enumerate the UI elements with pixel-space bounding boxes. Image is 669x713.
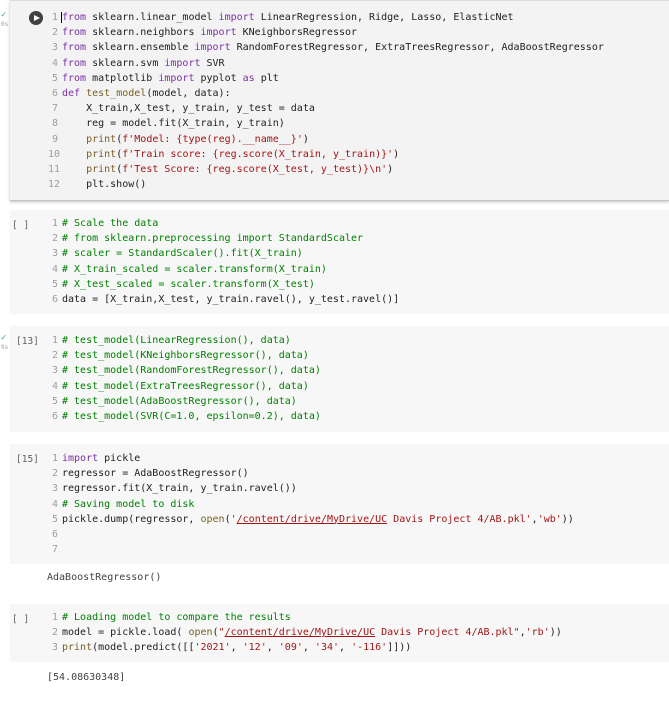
code-line: 7 (51, 544, 58, 556)
code-line: 5 from matplotlib import pyplot as plt (51, 72, 279, 84)
code-line: 3 print(model.predict([['2021', '12', '09… (51, 642, 412, 654)
code-line: 10 print(f'Train score: {reg.score(X_tra… (48, 148, 400, 160)
code-editor[interactable]: 1 from sklearn.linear_model import Linear… (48, 10, 604, 192)
code-line: 5 # X_test_scaled = scaler.transform(X_te… (51, 278, 315, 290)
code-line: 1 import pickle (51, 453, 141, 464)
code-line: 3 # scaler = StandardScaler().fit(X_train… (51, 248, 303, 260)
code-cell-imports[interactable]: ✓ 0s 1 from sklearn.linear_model import L… (1, 0, 669, 201)
cell-output: [54.08630348] (47, 672, 126, 683)
code-line: 2 regressor = AdaBoostRegressor() (51, 468, 249, 480)
code-cell-test-models[interactable]: ✓ 0s [13] 1 # test_model(LinearRegression… (1, 326, 669, 432)
code-line: 11 print(f'Test Score: {reg.score(X_test… (48, 163, 394, 175)
code-line: 1 # Scale the data (51, 218, 159, 229)
code-line: 1 # Loading model to compare the results (51, 612, 291, 623)
code-line: 6 (51, 528, 58, 540)
code-cell-scale[interactable]: [ ] 1 # Scale the data 2 # from sklearn.pr… (10, 210, 669, 314)
code-editor[interactable]: 1 import pickle 2 regressor = AdaBoostRegr… (51, 451, 574, 557)
code-cell-pickle-save[interactable]: [15] 1 import pickle 2 regressor = AdaBoos… (10, 444, 669, 564)
code-line: 6 def test_model(model, data): (51, 87, 231, 99)
code-line: 5 # test_model(AdaBoostRegressor(), data) (51, 395, 297, 407)
cell-output: AdaBoostRegressor() (47, 572, 162, 583)
execution-count: [15] (16, 454, 39, 465)
code-line: 4 from sklearn.svm import SVR (51, 57, 225, 69)
code-line: 4 # X_train_scaled = scaler.transform(X_t… (51, 263, 327, 275)
code-editor[interactable]: 1 # test_model(LinearRegression(), data) … (51, 333, 321, 424)
code-line: 1 # test_model(LinearRegression(), data) (51, 335, 291, 346)
execution-count: [13] (16, 336, 39, 347)
code-editor[interactable]: 1 # Scale the data 2 # from sklearn.prepro… (51, 216, 400, 307)
run-cell-button[interactable] (29, 11, 43, 25)
check-icon: ✓ (1, 10, 7, 20)
execution-time: 0s (1, 21, 9, 28)
code-line: 2 # test_model(KNeighborsRegressor(), dat… (51, 350, 309, 362)
code-line: 8 reg = model.fit(X_train, y_train) (51, 118, 285, 130)
execution-time: 0s (1, 344, 9, 351)
code-cell-pickle-load[interactable]: [ ] 1 # Loading model to compare the resu… (10, 604, 669, 662)
code-line: 3 regressor.fit(X_train, y_train.ravel()) (51, 483, 297, 495)
check-icon: ✓ (1, 333, 7, 343)
code-line: 5 pickle.dump(regressor, open('/content/d… (51, 513, 574, 525)
code-line: 2 # from sklearn.preprocessing import Sta… (51, 233, 364, 245)
code-line: 12 plt.show() (48, 179, 147, 191)
code-line: 3 # test_model(RandomForestRegressor(), d… (51, 365, 321, 377)
code-line: 6 # test_model(SVR(C=1.0, epsilon=0.2), d… (51, 410, 321, 422)
code-line: 9 print(f'Model: {type(reg).__name__}') (51, 133, 309, 145)
code-line: 2 model = pickle.load( open("/content/dri… (51, 627, 562, 639)
code-line: 6 data = [X_train,X_test, y_train.ravel()… (51, 293, 400, 305)
code-line: 3 from sklearn.ensemble import RandomFore… (51, 42, 604, 54)
code-line: 7 X_train,X_test, y_train, y_test = data (51, 103, 315, 115)
code-line: 4 # Saving model to disk (51, 498, 195, 510)
code-editor[interactable]: 1 # Loading model to compare the results … (51, 610, 562, 656)
code-line: 4 # test_model(ExtraTreesRegressor(), dat… (51, 380, 309, 392)
code-line: 1 from sklearn.linear_model import Linear… (51, 12, 514, 23)
code-line: 2 from sklearn.neighbors import KNeighbor… (51, 27, 358, 39)
execution-count: [ ] (12, 220, 30, 231)
execution-count: [ ] (12, 614, 30, 625)
